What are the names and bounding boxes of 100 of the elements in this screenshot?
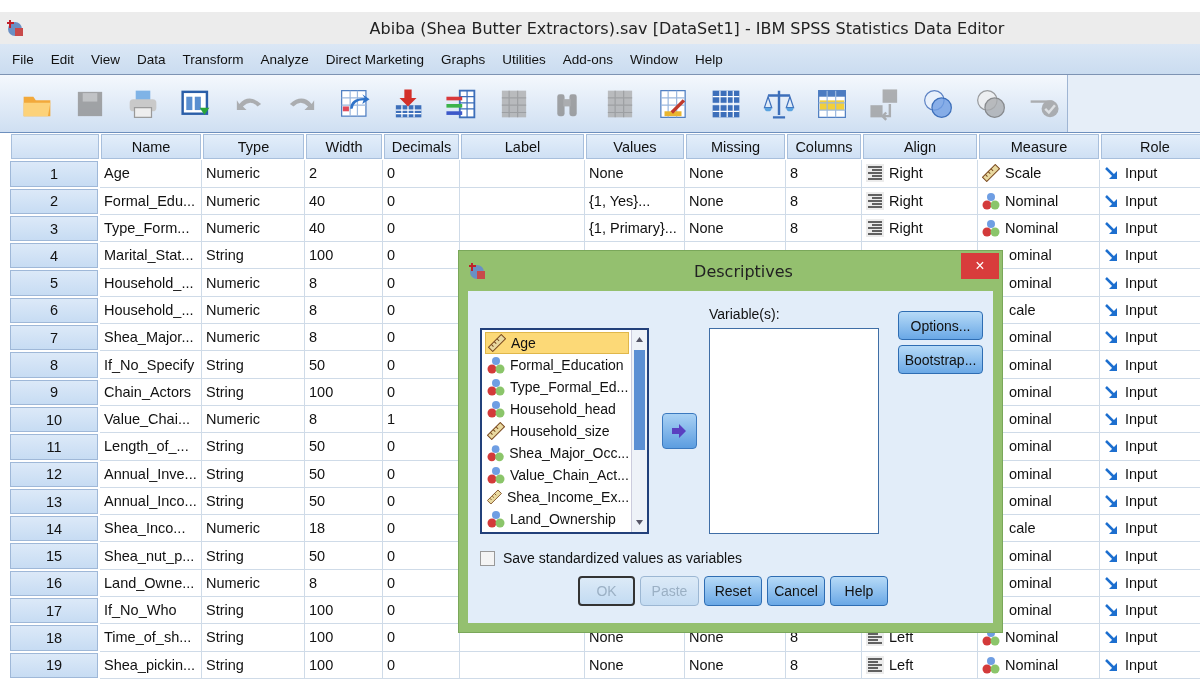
- variables-box[interactable]: [709, 328, 879, 534]
- table-cell: Scale: [1005, 165, 1042, 182]
- column-header[interactable]: Width: [306, 134, 382, 160]
- column-header[interactable]: Decimals: [384, 134, 459, 160]
- move-arrow-button[interactable]: [661, 413, 697, 449]
- row-header[interactable]: 19: [10, 652, 98, 678]
- menu-item[interactable]: Window: [622, 49, 688, 69]
- dialog-button[interactable]: Cancel: [767, 576, 825, 606]
- table-cell: String: [202, 651, 305, 679]
- table-cell: String: [202, 624, 305, 652]
- row-header[interactable]: 15: [10, 543, 98, 569]
- close-button[interactable]: ×: [961, 253, 999, 279]
- row-header[interactable]: 3: [10, 215, 98, 242]
- variable-item[interactable]: Type_Formal_Ed...: [510, 379, 629, 395]
- table-cell: Numeric: [202, 214, 305, 243]
- column-header[interactable]: Values: [586, 134, 684, 160]
- variable-item[interactable]: Age: [511, 335, 536, 351]
- table-cell: Household_...: [100, 296, 202, 325]
- menu-item[interactable]: Edit: [42, 49, 84, 69]
- variable-item[interactable]: Formal_Education: [510, 357, 624, 373]
- table-cell: 8: [786, 214, 862, 243]
- column-header[interactable]: Role: [1101, 134, 1200, 160]
- three-balls-icon: [982, 219, 1000, 238]
- column-header[interactable]: Align: [863, 134, 977, 160]
- table-cell: ominal: [1009, 383, 1052, 400]
- table-cell: Right: [889, 165, 923, 182]
- menu-item[interactable]: Data: [129, 49, 175, 69]
- row-header[interactable]: 9: [10, 379, 98, 405]
- row-header[interactable]: 4: [10, 243, 98, 269]
- row-header[interactable]: 13: [10, 488, 98, 515]
- table-cell: Nominal: [1005, 656, 1059, 673]
- table-cell: Input: [1125, 165, 1158, 182]
- row-header[interactable]: 10: [10, 406, 98, 433]
- variable-item[interactable]: Household_head: [510, 401, 616, 417]
- table-cell: ominal: [1009, 356, 1052, 373]
- table-cell: Time_of_sh...: [100, 624, 202, 652]
- arrow-icon: [1104, 329, 1120, 346]
- table-cell: ominal: [1009, 411, 1052, 428]
- table-cell: Shea_Inco...: [100, 515, 202, 543]
- row-header[interactable]: 14: [10, 516, 98, 542]
- row-header[interactable]: 17: [10, 598, 98, 624]
- row-header[interactable]: 7: [10, 325, 98, 351]
- column-header[interactable]: Missing: [686, 134, 785, 160]
- column-header[interactable]: Measure: [979, 134, 1099, 160]
- table-cell: String: [202, 597, 305, 625]
- variable-item[interactable]: Shea_Major_Occ...: [509, 445, 630, 461]
- row-header[interactable]: 18: [10, 625, 98, 651]
- arrow-icon: [1104, 274, 1120, 291]
- menu-item[interactable]: File: [4, 49, 43, 69]
- variable-list[interactable]: Age Formal_Education Type_Formal_Ed... Household_head Household_size Shea_Major_Occ... Value_Chain_Act... Shea_Income_Ex... Land_Ownership: [480, 328, 650, 534]
- variable-item[interactable]: Value_Chain_Act...: [510, 467, 629, 483]
- table-cell: Input: [1125, 301, 1158, 318]
- variable-item[interactable]: Household_size: [510, 423, 610, 439]
- row-header[interactable]: 6: [10, 297, 98, 324]
- table-cell: None: [585, 160, 685, 188]
- scrollbar[interactable]: [631, 330, 648, 532]
- table-cell: 50: [305, 460, 383, 488]
- table-cell: 2: [305, 160, 383, 188]
- menu-item[interactable]: Direct Marketing: [317, 49, 433, 69]
- table-cell: Numeric: [202, 160, 305, 188]
- menu-item[interactable]: Add-ons: [554, 49, 622, 69]
- row-header[interactable]: 8: [10, 352, 98, 378]
- row-header[interactable]: 1: [10, 161, 98, 187]
- menu-item[interactable]: Analyze: [252, 49, 318, 69]
- column-header[interactable]: Type: [203, 134, 304, 160]
- row-header[interactable]: 2: [10, 188, 98, 214]
- table-cell: 8: [305, 296, 383, 325]
- table-cell: ominal: [1009, 438, 1052, 455]
- table-cell: 8: [786, 651, 862, 679]
- table-cell: Input: [1125, 274, 1158, 291]
- menu-item[interactable]: Utilities: [494, 49, 555, 69]
- dialog-button[interactable]: Help: [830, 576, 888, 606]
- row-header[interactable]: 11: [10, 434, 98, 460]
- variable-item[interactable]: Shea_Income_Ex...: [506, 489, 630, 505]
- checkbox[interactable]: [480, 550, 495, 566]
- menu-item[interactable]: Transform: [174, 49, 253, 69]
- dialog-button[interactable]: Bootstrap...: [898, 345, 983, 374]
- table-cell: 8: [305, 269, 383, 297]
- column-header[interactable]: Label: [461, 134, 584, 160]
- row-header[interactable]: 12: [10, 461, 98, 487]
- table-cell: ominal: [1009, 247, 1052, 264]
- table-cell: Numeric: [202, 569, 305, 598]
- row-header[interactable]: 5: [10, 270, 98, 296]
- table-cell: ominal: [1009, 465, 1052, 482]
- menu-item[interactable]: Help: [687, 49, 732, 69]
- column-header[interactable]: Name: [101, 134, 201, 160]
- three-balls-icon: [487, 466, 505, 484]
- table-cell: Age: [100, 160, 202, 188]
- three-balls-icon: [982, 191, 1000, 210]
- menu-item[interactable]: Graphs: [432, 49, 495, 69]
- variable-item[interactable]: Land_Ownership: [510, 511, 616, 527]
- menu-item[interactable]: View: [83, 49, 130, 69]
- column-header[interactable]: Columns: [787, 134, 861, 160]
- field-label: Variable(s):: [709, 306, 781, 324]
- dialog-button[interactable]: Reset: [704, 576, 762, 606]
- table-cell: None: [585, 651, 685, 679]
- row-header[interactable]: 16: [10, 570, 98, 597]
- corner-header[interactable]: [11, 134, 99, 160]
- table-cell: Input: [1125, 329, 1158, 346]
- dialog-button[interactable]: Options...: [898, 311, 983, 340]
